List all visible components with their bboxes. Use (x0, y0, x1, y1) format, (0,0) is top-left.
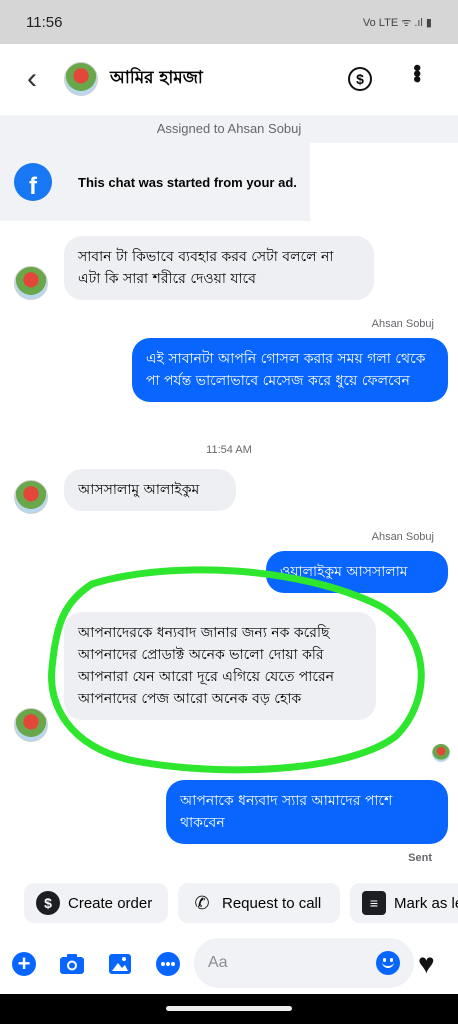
message-bubble-outgoing[interactable]: আপনাকে ধন্যবাদ স্যার আমাদের পাশে থাকবেন (166, 780, 448, 844)
contact-card-icon: ≡ (362, 891, 386, 915)
heart-reaction-icon[interactable]: ♥ (418, 948, 435, 980)
gallery-icon[interactable] (106, 950, 134, 978)
partial-timestamp (180, 214, 280, 222)
sender-name: Ahsan Sobuj (371, 531, 434, 543)
chat-header: ‹ আমির হামজা $ ••• (0, 44, 458, 114)
assigned-bar: Assigned to Ahsan Sobuj (0, 115, 458, 143)
request-to-call-button[interactable]: ✆ Request to call (178, 883, 340, 923)
ad-banner-text: This chat was started from your ad. (78, 174, 297, 190)
message-bubble-incoming[interactable]: আসসালামু আলাইকুম (64, 469, 236, 511)
delivery-status: Sent (408, 852, 432, 864)
plus-icon[interactable]: + (10, 950, 38, 978)
facebook-logo-icon: f (14, 163, 52, 201)
contact-avatar-small[interactable] (14, 480, 48, 514)
phone-add-icon: ✆ (194, 892, 210, 913)
sender-name: Ahsan Sobuj (371, 318, 434, 330)
back-arrow-icon[interactable]: ‹ (0, 64, 64, 94)
message-bubble-incoming[interactable]: সাবান টা কিভাবে ব্যবহার করব সেটা বললে না… (64, 236, 374, 300)
status-time: 11:56 (26, 13, 63, 31)
seen-avatar (432, 744, 450, 762)
home-gesture-pill[interactable] (166, 1006, 292, 1011)
system-nav-bar (0, 994, 458, 1024)
status-indicators: Vo LTE ᯤ .ıl ▮ (362, 16, 432, 29)
mark-as-lead-label: Mark as lead (394, 894, 458, 912)
composer-bar: + ♥ (0, 934, 458, 994)
more-options-icon[interactable] (154, 950, 182, 978)
contact-name[interactable]: আমির হামজা (110, 65, 203, 93)
create-order-label: Create order (68, 894, 153, 912)
status-bar: 11:56 Vo LTE ᯤ .ıl ▮ (0, 0, 458, 44)
message-bubble-outgoing[interactable]: ওয়ালাইকুম আসসালাম (266, 551, 448, 593)
contact-avatar-small[interactable] (14, 266, 48, 300)
contact-avatar[interactable] (64, 62, 98, 96)
ad-banner: f This chat was started from your ad. (0, 143, 310, 221)
mark-as-lead-button[interactable]: ≡ Mark as lead (350, 883, 458, 923)
contact-avatar-small[interactable] (14, 708, 48, 742)
emoji-icon[interactable] (376, 951, 400, 975)
message-bubble-incoming[interactable]: আপনাদেরকে ধন্যবাদ জানার জন্য নক করেছি আপ… (64, 612, 376, 720)
create-order-button[interactable]: $ Create order (24, 883, 168, 923)
message-timestamp: 11:54 AM (206, 444, 252, 456)
camera-icon[interactable] (58, 950, 86, 978)
messenger-chat-screen: 11:56 Vo LTE ᯤ .ıl ▮ ‹ আমির হামজা $ ••• … (0, 0, 458, 1024)
kebab-menu-icon[interactable]: ••• (405, 64, 430, 81)
request-to-call-label: Request to call (222, 894, 322, 912)
dollar-icon: $ (36, 891, 60, 915)
message-bubble-outgoing[interactable]: এই সাবানটা আপনি গোসল করার সময় গলা থেকে … (132, 338, 448, 402)
dollar-circle-icon[interactable]: $ (348, 67, 372, 91)
